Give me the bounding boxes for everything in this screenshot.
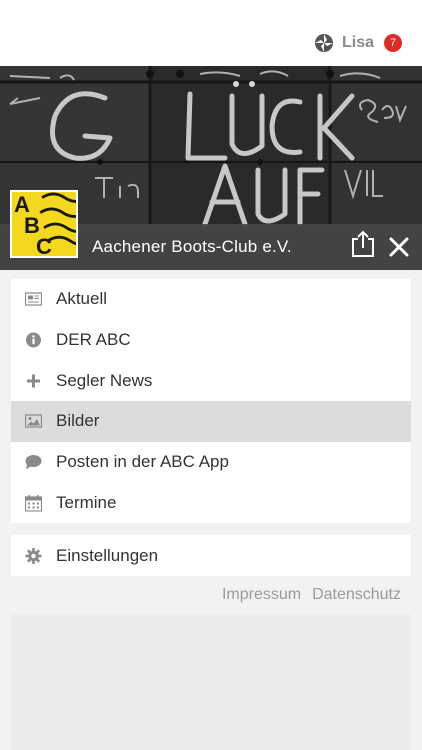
gear-icon bbox=[25, 547, 42, 564]
share-icon bbox=[352, 230, 374, 257]
club-name: Aachener Boots-Club e.V. bbox=[92, 237, 292, 256]
newspaper-icon bbox=[25, 292, 42, 306]
menu-item-bilder[interactable]: Bilder bbox=[11, 401, 411, 442]
menu-item-aktuell[interactable]: Aktuell bbox=[11, 279, 411, 320]
menu-item-label: Bilder bbox=[56, 411, 100, 431]
info-icon bbox=[26, 332, 41, 348]
settings-label: Einstellungen bbox=[56, 545, 159, 565]
share-button[interactable] bbox=[350, 230, 376, 258]
top-bar: Lisa 7 bbox=[0, 0, 422, 66]
menu-item-der-abc[interactable]: DER ABC bbox=[11, 320, 411, 361]
footer-links: Impressum Datenschutz bbox=[222, 586, 401, 604]
plus-icon bbox=[27, 374, 40, 388]
menu-item-label: Aktuell bbox=[56, 289, 108, 309]
menu-item-label: Termine bbox=[56, 492, 117, 512]
club-logo: A B C bbox=[10, 190, 78, 258]
main-menu: Aktuell DER ABC Segler News Bilder Poste… bbox=[11, 279, 411, 524]
menu-item-termine[interactable]: Termine bbox=[11, 482, 411, 523]
content-backdrop bbox=[11, 614, 411, 750]
chat-bubble-icon bbox=[25, 455, 42, 470]
datenschutz-link[interactable]: Datenschutz bbox=[312, 586, 401, 604]
calendar-icon bbox=[25, 494, 42, 512]
menu-item-label: Posten in der ABC App bbox=[56, 452, 229, 472]
menu-item-label: Segler News bbox=[56, 370, 153, 390]
image-icon bbox=[25, 414, 42, 429]
menu-item-segler-news[interactable]: Segler News bbox=[11, 360, 411, 401]
impressum-link[interactable]: Impressum bbox=[222, 586, 301, 604]
menu-item-label: DER ABC bbox=[56, 330, 131, 350]
notification-badge: 7 bbox=[384, 34, 402, 52]
close-icon bbox=[389, 237, 409, 257]
logo-letter-c: C bbox=[36, 234, 52, 258]
menu-item-posten[interactable]: Posten in der ABC App bbox=[11, 442, 411, 483]
user-status-icon bbox=[314, 34, 333, 52]
menu-item-einstellungen[interactable]: Einstellungen bbox=[11, 535, 411, 576]
user-name: Lisa bbox=[341, 34, 374, 51]
user-menu[interactable]: Lisa 7 bbox=[314, 32, 402, 54]
close-button[interactable] bbox=[386, 234, 412, 260]
header-banner: A B C Aachener Boots-Club e.V. bbox=[0, 66, 422, 270]
